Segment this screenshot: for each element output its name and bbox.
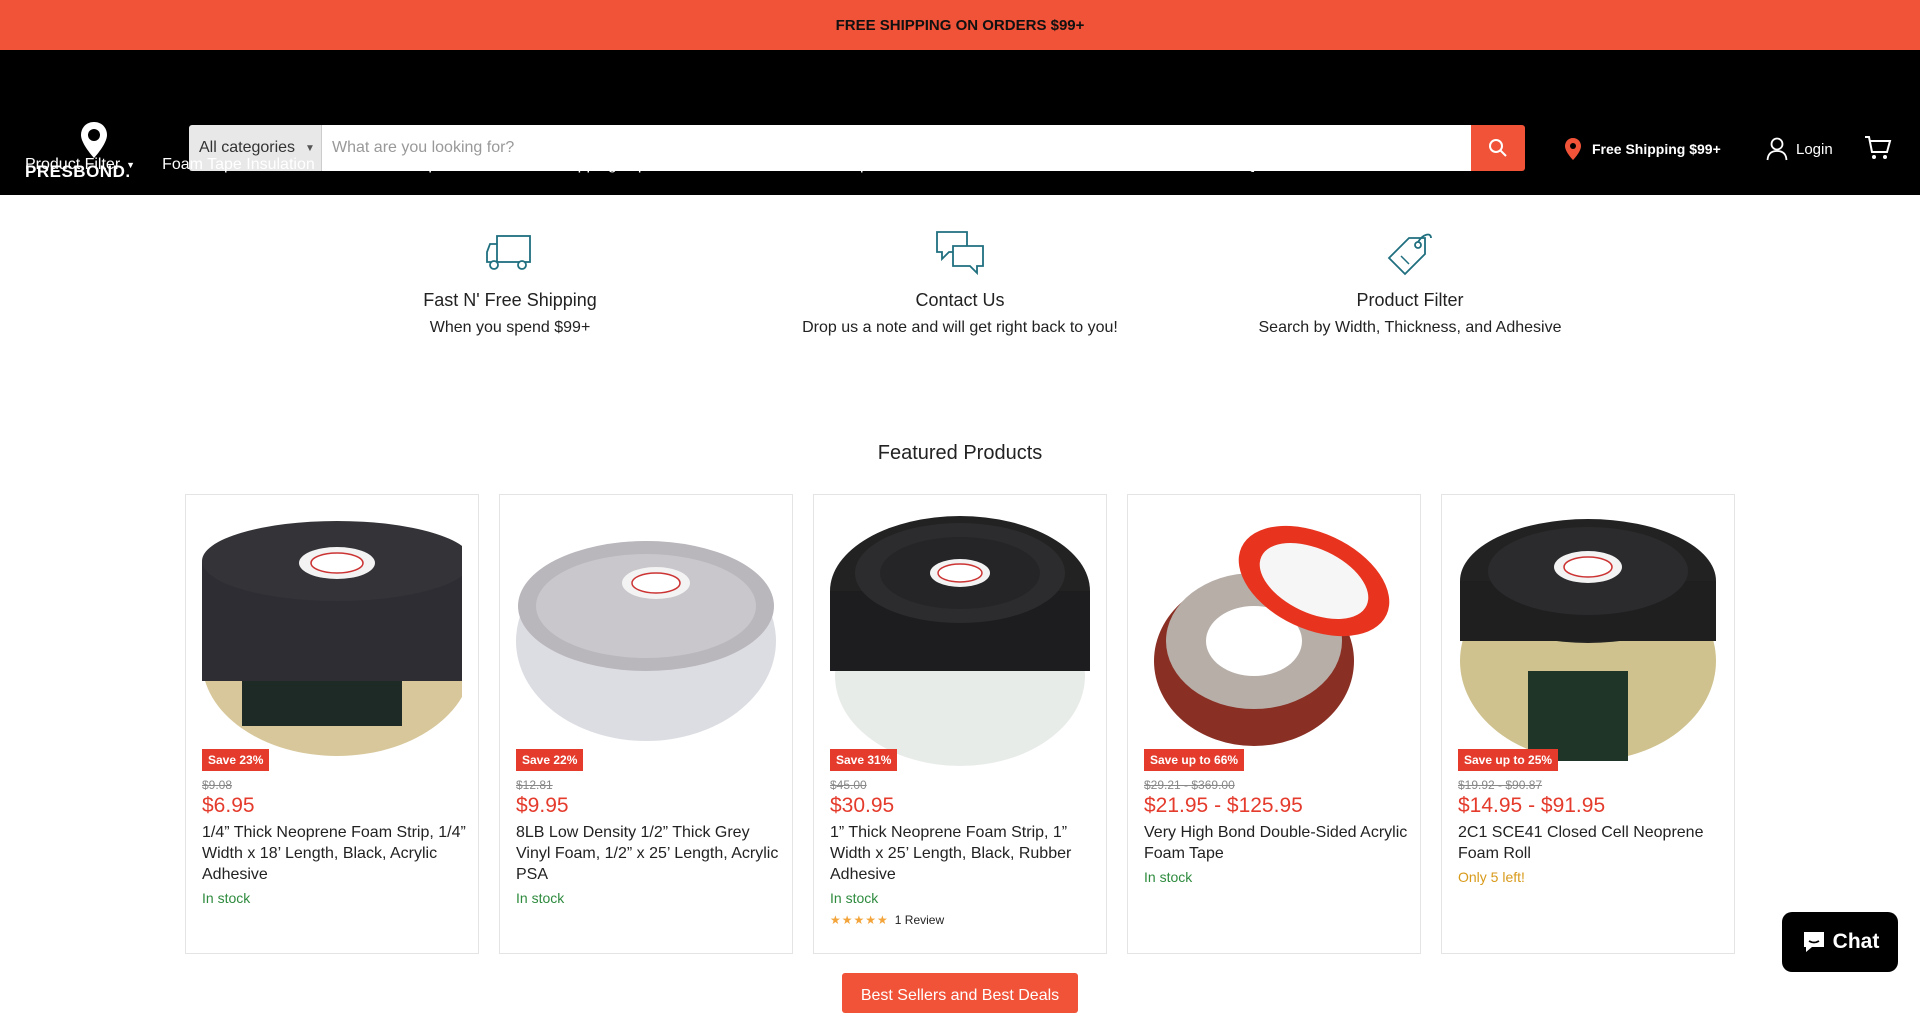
search-button[interactable] xyxy=(1471,125,1525,171)
product-image[interactable] xyxy=(830,511,1090,771)
nav-item-contact-us[interactable]: Contact Us ▼ xyxy=(1103,156,1197,174)
product-card[interactable]: Save 31% $45.00 $30.95 1” Thick Neoprene… xyxy=(813,494,1107,954)
announcement-bar: FREE SHIPPING ON ORDERS $99+ xyxy=(0,0,1920,50)
compare-price: $19.92 - $90.87 xyxy=(1458,778,1543,792)
product-title[interactable]: 8LB Low Density 1/2” Thick Grey Vinyl Fo… xyxy=(516,822,781,885)
featured-products-heading: Featured Products xyxy=(877,442,1043,464)
product-image[interactable] xyxy=(1458,511,1718,771)
chevron-down-icon: ▼ xyxy=(1188,160,1198,170)
feature-product-filter[interactable]: Product Filter Search by Width, Thicknes… xyxy=(1210,230,1610,337)
nav-label: FAQ xyxy=(1224,156,1257,173)
feature-title: Fast N' Free Shipping xyxy=(423,290,597,310)
compare-price: $12.81 xyxy=(516,778,553,792)
stock-status: In stock xyxy=(1144,869,1193,885)
stock-status: In stock xyxy=(830,890,879,906)
chat-label: Chat xyxy=(1832,930,1880,953)
nav-label: Foam Tape Insulation xyxy=(162,156,315,173)
feature-title: Contact Us xyxy=(915,290,1005,310)
tag-icon xyxy=(1387,233,1432,276)
nav-label: Double Sided Foam Tape xyxy=(697,156,878,173)
nav-item-double-sided-foam-tape[interactable]: Double Sided Foam Tape ▼ xyxy=(698,156,893,174)
user-icon xyxy=(1766,137,1788,161)
compare-price: $9.08 xyxy=(202,778,233,792)
nav-item-gasket-tapes[interactable]: Gasket Tapes ▼ xyxy=(357,156,469,174)
stock-status: In stock xyxy=(202,890,251,906)
chevron-down-icon: ▼ xyxy=(883,160,893,170)
product-image[interactable] xyxy=(516,511,776,771)
chevron-down-icon: ▼ xyxy=(661,160,671,170)
product-title[interactable]: 2C1 SCE41 Closed Cell Neoprene Foam Roll xyxy=(1458,822,1723,864)
chevron-down-icon: ▼ xyxy=(1262,160,1272,170)
feature-title: Product Filter xyxy=(1356,290,1464,310)
product-card[interactable]: Save 23% $9.08 $6.95 1/4” Thick Neoprene… xyxy=(185,494,479,954)
feature-subtitle: Search by Width, Thickness, and Adhesive xyxy=(1258,319,1562,336)
nav-label: Markets & Materials xyxy=(919,156,1062,173)
best-sellers-button[interactable]: Best Sellers and Best Deals xyxy=(842,973,1078,1013)
product-card[interactable]: Save up to 66% $29.21 - $369.00 $21.95 -… xyxy=(1127,494,1421,954)
nav-item-product-filter[interactable]: Product Filter ▼ xyxy=(25,156,135,174)
chat-icon xyxy=(1803,932,1824,952)
chevron-down-icon: ▼ xyxy=(460,160,470,170)
free-shipping-label: Free Shipping $99+ xyxy=(1592,141,1721,157)
product-title[interactable]: 1/4” Thick Neoprene Foam Strip, 1/4” Wid… xyxy=(202,822,467,885)
star-rating-icon: ★★★★★ xyxy=(830,913,889,927)
feature-contact[interactable]: Contact Us Drop us a note and will get r… xyxy=(760,230,1160,337)
truck-icon xyxy=(486,235,531,270)
price: $9.95 xyxy=(516,794,569,817)
price: $14.95 - $91.95 xyxy=(1458,794,1606,817)
review-count: 1 Review xyxy=(894,913,945,927)
chat-bubbles-icon xyxy=(936,231,984,276)
product-title[interactable]: Very High Bond Double-Sided Acrylic Foam… xyxy=(1144,822,1409,864)
nav-label: Contact Us xyxy=(1103,156,1183,173)
stock-status: Only 5 left! xyxy=(1458,869,1525,885)
chevron-down-icon: ▼ xyxy=(1067,160,1077,170)
category-select-label: All categories xyxy=(199,139,296,156)
stock-status: In stock xyxy=(516,890,565,906)
search-icon xyxy=(1489,139,1507,157)
site-header: PRESBOND. All categories ▼ Free Shipping… xyxy=(0,50,1920,195)
sale-badge: Save up to 25% xyxy=(1458,749,1559,771)
sale-badge: Save up to 66% xyxy=(1144,749,1245,771)
logo-mark-icon xyxy=(81,122,107,158)
nav-item-markets-materials[interactable]: Markets & Materials ▼ xyxy=(920,156,1076,174)
price: $30.95 xyxy=(830,794,895,817)
price: $6.95 xyxy=(202,794,255,817)
nav-item-weatherstripping-tape[interactable]: Weatherstripping Tape ▼ xyxy=(496,156,670,174)
login-label: Login xyxy=(1796,140,1833,158)
compare-price: $29.21 - $369.00 xyxy=(1144,778,1235,792)
chevron-down-icon: ▼ xyxy=(305,142,315,154)
sale-badge: Save 23% xyxy=(202,749,270,771)
price: $21.95 - $125.95 xyxy=(1144,794,1303,817)
product-card[interactable]: Save up to 25% $19.92 - $90.87 $14.95 - … xyxy=(1441,494,1735,954)
nav-item-foam-tape-insulation[interactable]: Foam Tape Insulation ▼ xyxy=(162,156,330,174)
chevron-down-icon: ▼ xyxy=(320,160,330,170)
nav-label: Weatherstripping Tape xyxy=(496,156,656,173)
product-rating[interactable]: ★★★★★ 1 Review xyxy=(830,913,944,927)
chat-button[interactable]: Chat xyxy=(1782,912,1898,972)
nav-item-faq[interactable]: FAQ ▼ xyxy=(1224,156,1271,174)
login-link[interactable]: Login xyxy=(1766,137,1833,161)
product-image[interactable] xyxy=(1144,511,1404,771)
feature-shipping[interactable]: Fast N' Free Shipping When you spend $99… xyxy=(310,230,710,337)
free-shipping-link[interactable]: Free Shipping $99+ xyxy=(1564,137,1721,161)
nav-label: Product Filter xyxy=(25,156,121,173)
chevron-down-icon: ▼ xyxy=(126,160,136,170)
cart-button[interactable] xyxy=(1864,135,1892,166)
feature-strip: Fast N' Free Shipping When you spend $99… xyxy=(0,230,1920,350)
product-card[interactable]: Save 22% $12.81 $9.95 8LB Low Density 1/… xyxy=(499,494,793,954)
product-image[interactable] xyxy=(202,511,462,771)
nav-label: Gasket Tapes xyxy=(356,156,455,173)
feature-subtitle: Drop us a note and will get right back t… xyxy=(802,319,1118,336)
sale-badge: Save 22% xyxy=(516,749,584,771)
sale-badge: Save 31% xyxy=(830,749,898,771)
compare-price: $45.00 xyxy=(830,778,867,792)
map-pin-icon xyxy=(1565,138,1581,160)
feature-subtitle: When you spend $99+ xyxy=(429,319,591,336)
cart-icon xyxy=(1865,136,1892,159)
main-nav: Product Filter ▼ Foam Tape Insulation ▼ Ga… xyxy=(25,156,1298,174)
product-title[interactable]: 1” Thick Neoprene Foam Strip, 1” Width x… xyxy=(830,822,1095,885)
